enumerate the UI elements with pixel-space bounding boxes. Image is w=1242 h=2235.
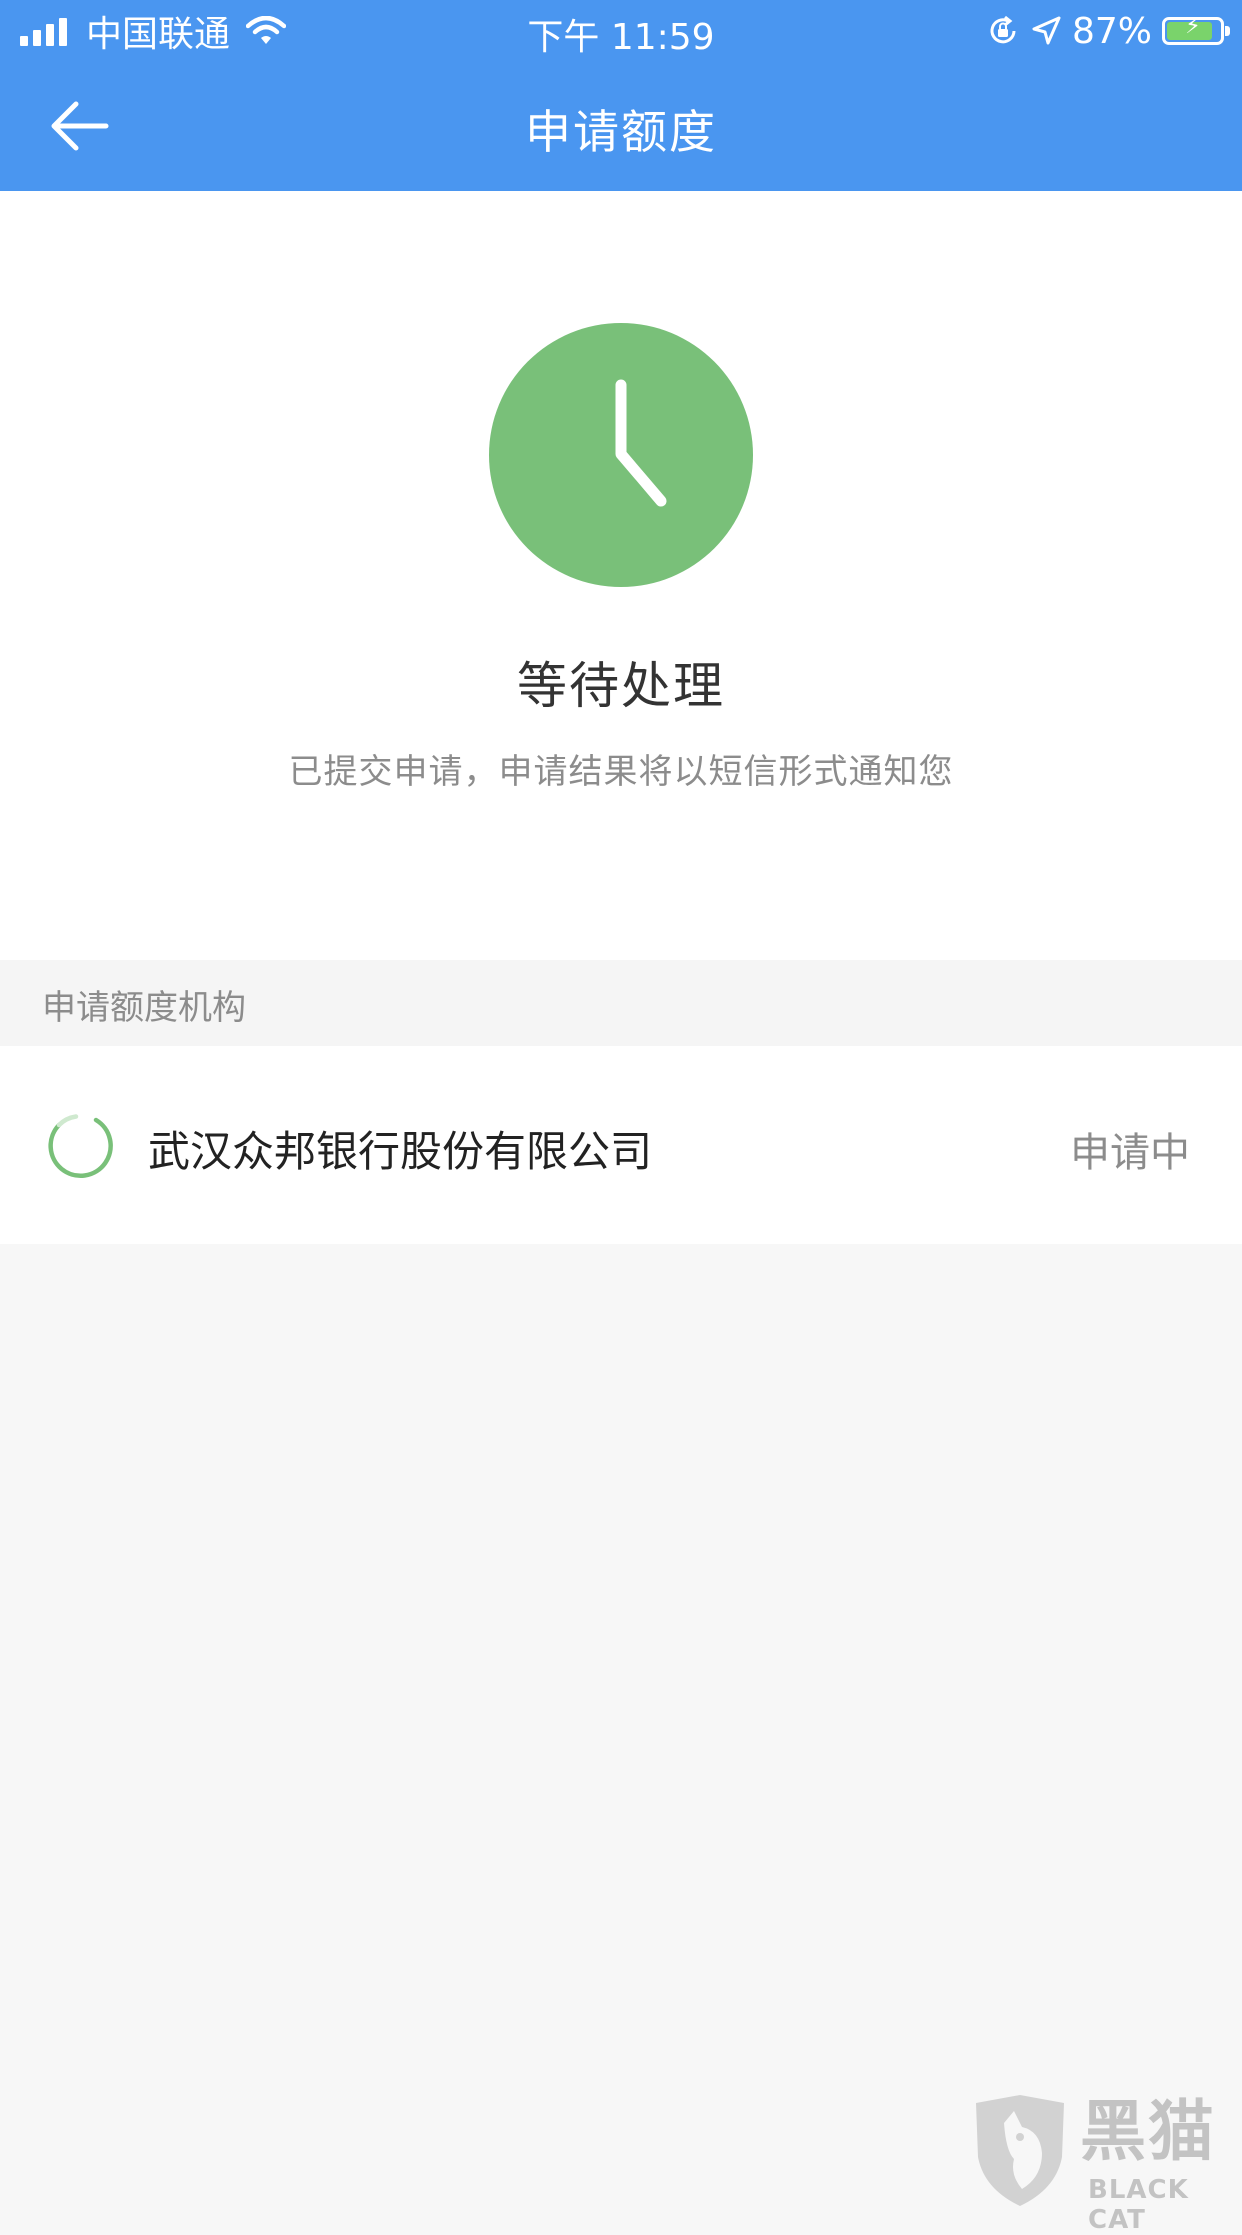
status-title: 等待处理 [517,657,725,715]
institution-name: 武汉众邦银行股份有限公司 [148,1127,653,1176]
institution-row[interactable]: 武汉众邦银行股份有限公司 申请中 [0,1046,1242,1244]
orientation-lock-icon [990,15,1016,44]
institution-status: 申请中 [1070,1130,1190,1176]
top-bar: 中国联通 下午 11:59 87% ⚡ 申请额度 [0,0,1242,191]
battery-icon: ⚡ [1162,14,1230,45]
watermark-text-en: BLACK CAT [1088,2175,1189,2235]
clock-icon [489,323,753,587]
watermark-text-cn: 黑猫 [1080,2093,1216,2170]
status-description: 已提交申请，申请结果将以短信形式通知您 [288,752,954,792]
location-icon [1032,16,1061,45]
battery-percent: 87% [1071,10,1152,52]
charging-bolt-icon: ⚡ [1185,14,1201,39]
status-card: 等待处理 已提交申请，申请结果将以短信形式通知您 [0,191,1242,960]
loading-spinner-icon [48,1114,113,1178]
institution-section-header: 申请额度机构 [0,960,1242,1046]
page-title: 申请额度 [525,105,717,159]
section-header-label: 申请额度机构 [42,988,246,1028]
black-cat-watermark: 黑猫 BLACK CAT [970,2093,1242,2235]
black-cat-logo-icon [976,2095,1064,2206]
status-bar: 中国联通 下午 11:59 87% ⚡ [0,0,1242,62]
status-bar-right: 87% ⚡ [986,10,1230,52]
